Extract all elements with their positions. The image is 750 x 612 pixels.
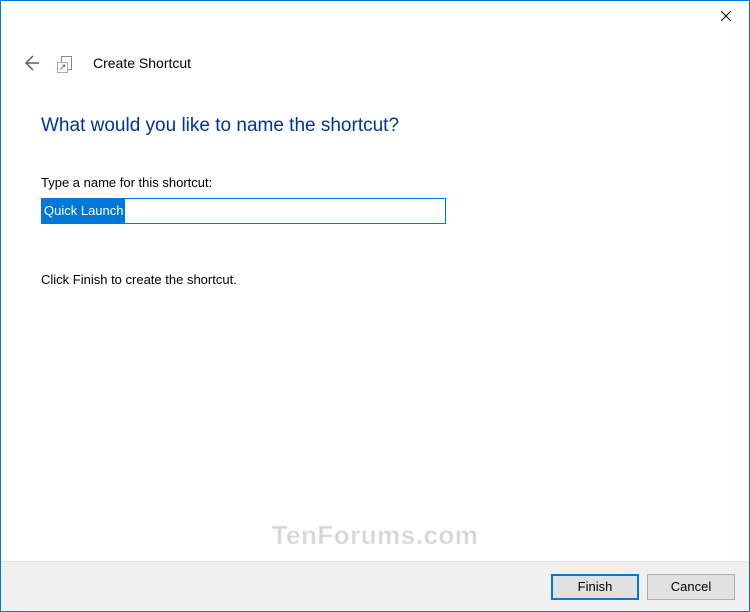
close-button[interactable] [703,1,749,31]
input-selected-text: Quick Launch [42,199,125,223]
close-icon [721,11,731,21]
back-arrow-icon [21,53,41,73]
wizard-content: What would you like to name the shortcut… [1,81,749,561]
shortcut-name-input[interactable]: Quick Launch [41,198,446,224]
page-heading: What would you like to name the shortcut… [41,115,707,137]
titlebar [1,1,749,37]
wizard-header: Create Shortcut [1,37,749,81]
helper-text: Click Finish to create the shortcut. [41,272,707,287]
back-button[interactable] [21,53,41,73]
shortcut-icon [59,55,75,71]
input-label: Type a name for this shortcut: [41,175,707,190]
wizard-window: Create Shortcut What would you like to n… [0,0,750,612]
finish-button[interactable]: Finish [551,574,639,600]
button-bar: Finish Cancel [1,561,749,611]
wizard-title: Create Shortcut [93,55,191,71]
cancel-button[interactable]: Cancel [647,574,735,600]
